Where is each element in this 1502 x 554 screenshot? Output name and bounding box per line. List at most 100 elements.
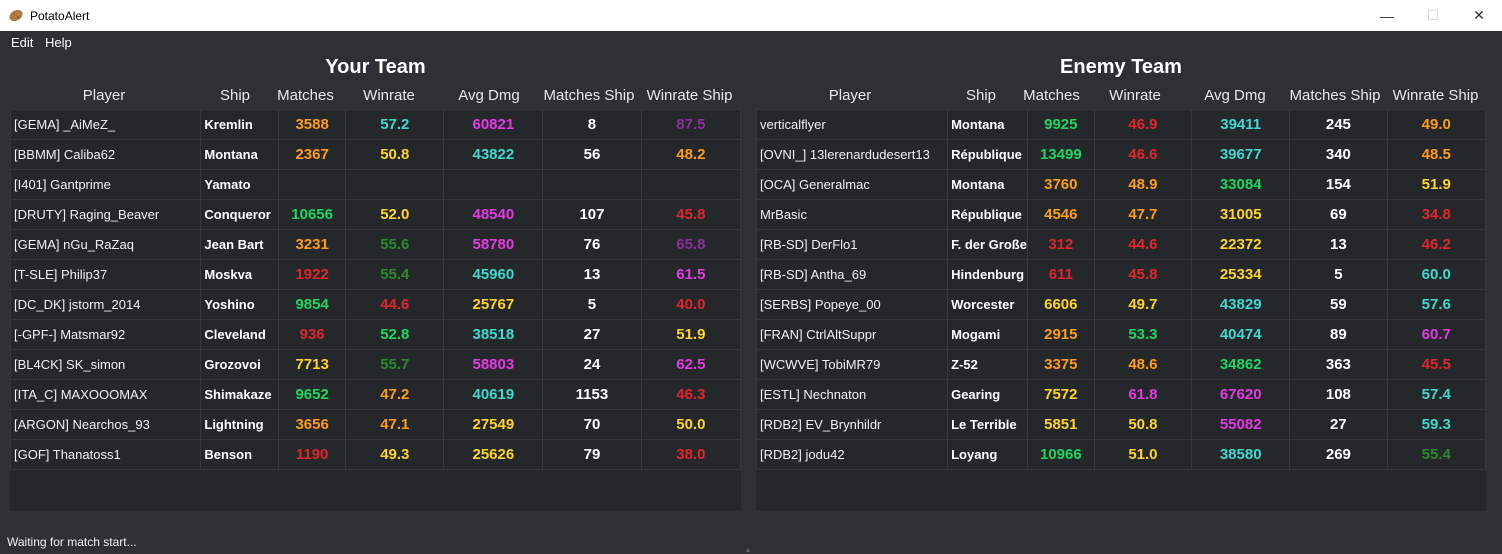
player-row[interactable]: [-GPF-] Matsmar92 Cleveland 936 52.8 38518 27… — [9, 319, 742, 350]
col-matches-ship-cell: 5 — [1289, 259, 1388, 290]
col-winrate-ship-cell: 50.0 — [640, 409, 742, 440]
col-matches-ship-cell: 5 — [542, 289, 642, 320]
col-matches-ship-cell: 89 — [1289, 319, 1388, 350]
player-row[interactable]: [DC_DK] jstorm_2014 Yoshino 9854 44.6 25767 5… — [9, 289, 742, 320]
player-row[interactable]: [GEMA] nGu_RaZaq Jean Bart 3231 55.6 58780 76… — [9, 229, 742, 260]
your-team-header: Player Ship Matches Winrate Avg Dmg Matches S… — [10, 84, 741, 109]
col-matches-ship-cell: 79 — [542, 439, 642, 470]
col-matches-ship-header: Matches Ship — [543, 87, 635, 104]
col-matches-ship-cell: 340 — [1289, 139, 1388, 170]
player-row[interactable]: [RB-SD] DerFlo1 F. der Große 312 44.6 22372 1… — [755, 229, 1487, 260]
col-matches-cell: 3588 — [278, 109, 347, 140]
col-avg-dmg-header: Avg Dmg — [1204, 87, 1266, 104]
player-row[interactable]: [T-SLE] Philip37 Moskva 1922 55.4 45960 13 61.… — [9, 259, 742, 290]
your-team-table: [GEMA] _AiMeZ_ Kremlin 3588 57.2 60821 8 87.5[… — [9, 109, 742, 470]
col-matches-ship-cell: 27 — [542, 319, 642, 350]
player-row[interactable]: [ITA_C] MAXOOOMAX Shimakaze 9652 47.2 40619 1… — [9, 379, 742, 410]
col-winrate-cell: 46.6 — [1093, 139, 1193, 170]
col-winrate-ship-cell: 49.0 — [1386, 109, 1487, 140]
player-row[interactable]: [GOF] Thanatoss1 Benson 1190 49.3 25626 79 38.… — [9, 439, 742, 470]
col-matches-cell: 2367 — [278, 139, 347, 170]
col-matches-ship-cell: 27 — [1289, 409, 1388, 440]
menu-help[interactable]: Help — [45, 35, 72, 50]
menu-bar: Edit Help — [0, 31, 1502, 53]
player-row[interactable]: [WCWVE] TobiMR79 Z-52 3375 48.6 34862 363 45.5 — [755, 349, 1487, 380]
col-matches-ship-cell: 245 — [1289, 109, 1388, 140]
col-winrate-ship-cell: 65.8 — [640, 229, 742, 260]
col-player-cell: MrBasic — [755, 199, 949, 230]
col-matches-cell: 4546 — [1026, 199, 1095, 230]
enemy-team-title: Enemy Team — [1060, 56, 1182, 78]
player-row[interactable]: [ESTL] Nechnaton Gearing 7572 61.8 67620 108 5… — [755, 379, 1487, 410]
col-winrate-ship-cell: 59.3 — [1386, 409, 1487, 440]
col-matches-ship-cell: 8 — [542, 109, 642, 140]
col-winrate-cell: 44.6 — [345, 289, 445, 320]
player-row[interactable]: [GEMA] _AiMeZ_ Kremlin 3588 57.2 60821 8 87.5 — [9, 109, 742, 140]
col-matches-cell: 9652 — [278, 379, 347, 410]
player-row[interactable]: [OVNI_] 13lerenardudesert13 République 134… — [755, 139, 1487, 170]
col-player-cell: [RDB2] jodu42 — [755, 439, 949, 470]
col-ship-cell: F. der Große — [947, 229, 1028, 260]
col-matches-ship-cell: 1153 — [542, 379, 642, 410]
enemy-team-table: verticalflyer Montana 9925 46.9 39411 245 49.0… — [755, 109, 1487, 470]
col-avg-dmg-cell: 58803 — [443, 349, 544, 380]
enemy-team-table-area: verticalflyer Montana 9925 46.9 39411 245 49.0… — [755, 109, 1487, 511]
player-row[interactable]: [ARGON] Nearchos_93 Lightning 3656 47.1 2754… — [9, 409, 742, 440]
player-row[interactable]: MrBasic République 4546 47.7 31005 69 34.8 — [755, 199, 1487, 230]
close-icon[interactable]: ✕ — [1456, 0, 1502, 31]
col-matches-cell — [278, 169, 347, 200]
col-winrate-cell: 47.2 — [345, 379, 445, 410]
minimize-icon[interactable]: — — [1364, 0, 1410, 31]
col-matches-cell: 3760 — [1026, 169, 1095, 200]
player-row[interactable]: verticalflyer Montana 9925 46.9 39411 245 49.0 — [755, 109, 1487, 140]
col-winrate-cell: 53.3 — [1093, 319, 1193, 350]
player-row[interactable]: [OCA] Generalmac Montana 3760 48.9 33084 154 5… — [755, 169, 1487, 200]
col-winrate-ship-cell: 45.5 — [1386, 349, 1487, 380]
col-winrate-cell: 51.0 — [1093, 439, 1193, 470]
col-matches-ship-cell: 70 — [542, 409, 642, 440]
col-ship-cell: Montana — [947, 109, 1028, 140]
player-row[interactable]: [DRUTY] Raging_Beaver Conqueror 10656 52.0 4… — [9, 199, 742, 230]
col-avg-dmg-cell: 55082 — [1191, 409, 1291, 440]
player-row[interactable]: [RDB2] jodu42 Loyang 10966 51.0 38580 269 55.4 — [755, 439, 1487, 470]
col-matches-ship-cell: 56 — [542, 139, 642, 170]
col-matches-cell: 9854 — [278, 289, 347, 320]
col-winrate-ship-cell: 34.8 — [1386, 199, 1487, 230]
player-row[interactable]: [RDB2] EV_Brynhildr Le Terrible 5851 50.8 55… — [755, 409, 1487, 440]
player-row[interactable]: [FRAN] CtrlAltSuppr Mogami 2915 53.3 40474 89… — [755, 319, 1487, 350]
player-row[interactable]: [BL4CK] SK_simon Grozovoi 7713 55.7 58803 24 6… — [9, 349, 742, 380]
player-row[interactable]: [SERBS] Popeye_00 Worcester 6606 49.7 43829 5… — [755, 289, 1487, 320]
col-player-header: Player — [82, 87, 126, 104]
col-ship-cell: Cleveland — [200, 319, 280, 350]
col-matches-ship-cell: 13 — [542, 259, 642, 290]
col-matches-ship-cell: 108 — [1289, 379, 1388, 410]
col-player-cell: [ARGON] Nearchos_93 — [9, 409, 202, 440]
col-matches-ship-cell: 76 — [542, 229, 642, 260]
player-row[interactable]: [BBMM] Caliba62 Montana 2367 50.8 43822 56 48.… — [9, 139, 742, 170]
title-bar: PotatoAlert — ☐ ✕ — [0, 0, 1502, 31]
maximize-icon[interactable]: ☐ — [1410, 0, 1456, 31]
col-matches-cell: 1922 — [278, 259, 347, 290]
col-winrate-cell: 50.8 — [345, 139, 445, 170]
col-avg-dmg-cell: 43822 — [443, 139, 544, 170]
resize-grip-icon[interactable]: ▴ — [746, 545, 756, 554]
col-matches-cell: 3375 — [1026, 349, 1095, 380]
col-avg-dmg-cell: 25626 — [443, 439, 544, 470]
col-winrate-cell — [345, 169, 445, 200]
col-matches-header: Matches — [277, 87, 334, 104]
col-winrate-ship-cell: 57.4 — [1386, 379, 1487, 410]
col-matches-header: Matches — [1023, 87, 1080, 104]
col-ship-cell: Hindenburg — [947, 259, 1028, 290]
col-ship-cell: Lightning — [200, 409, 280, 440]
col-player-cell: [RB-SD] Antha_69 — [755, 259, 949, 290]
col-avg-dmg-cell: 25334 — [1191, 259, 1291, 290]
col-player-cell: verticalflyer — [755, 109, 949, 140]
col-matches-cell: 5851 — [1026, 409, 1095, 440]
player-row[interactable]: [RB-SD] Antha_69 Hindenburg 611 45.8 25334 5 6… — [755, 259, 1487, 290]
player-row[interactable]: [I401] Gantprime Yamato — [9, 169, 742, 200]
col-winrate-header: Winrate — [363, 87, 415, 104]
col-winrate-ship-cell: 57.6 — [1386, 289, 1487, 320]
col-avg-dmg-cell: 38518 — [443, 319, 544, 350]
col-player-cell: [I401] Gantprime — [9, 169, 202, 200]
menu-edit[interactable]: Edit — [11, 35, 33, 50]
